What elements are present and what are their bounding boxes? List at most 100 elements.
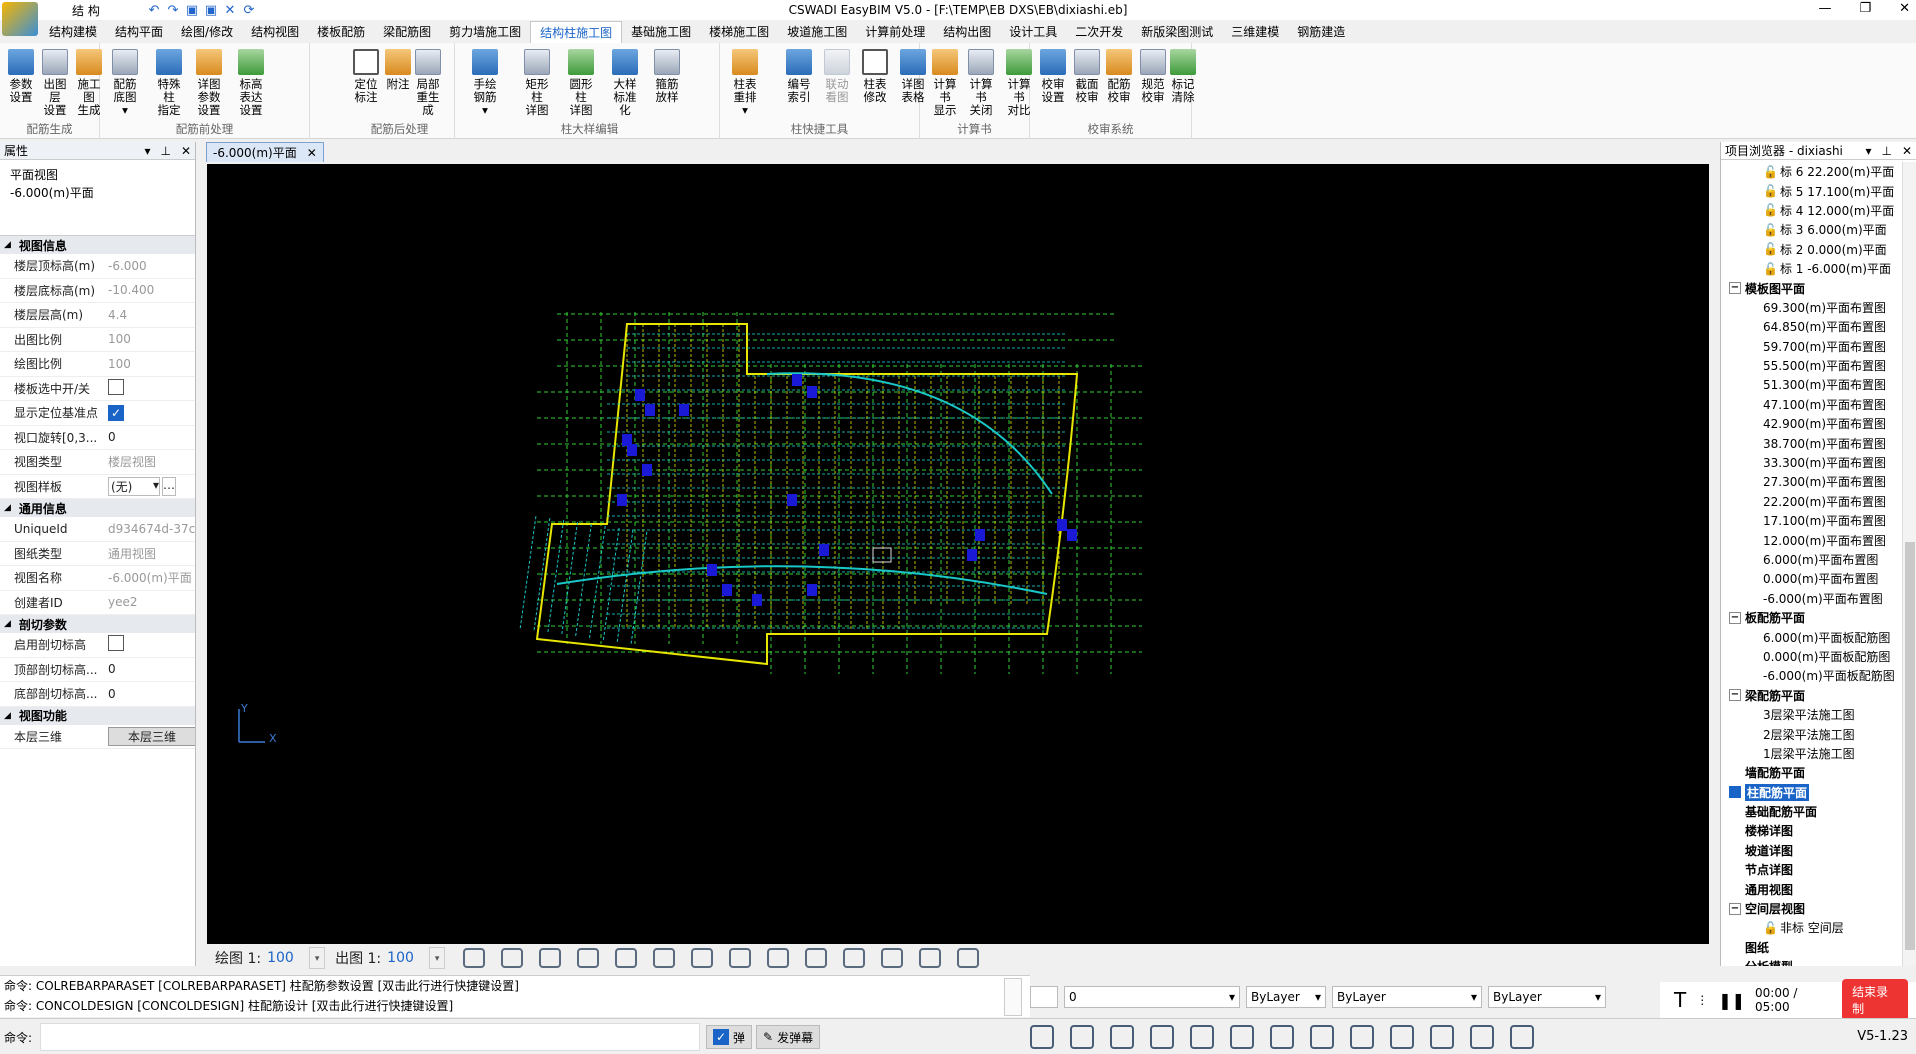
zoom-extents-icon[interactable] <box>691 948 714 968</box>
pause-icon[interactable]: ❚❚ <box>1718 991 1745 1010</box>
tab-9[interactable]: 楼梯施工图 <box>700 21 778 43</box>
property-value[interactable]: 通用视图 <box>104 545 195 562</box>
expand-toggle-icon[interactable]: − <box>1729 689 1741 702</box>
edit-icon[interactable] <box>1350 1025 1374 1049</box>
ribbon-button-4-1[interactable]: 编号 索引 <box>782 49 816 104</box>
browser-pin-icon[interactable]: ⊥ <box>1881 144 1891 158</box>
grid-icon[interactable] <box>501 948 524 968</box>
linetype-combo[interactable]: ByLayer ▾ <box>1332 986 1482 1008</box>
tab-10[interactable]: 坡道施工图 <box>778 21 856 43</box>
collapse-icon[interactable]: ◢ <box>4 503 11 513</box>
tree-node[interactable]: -6.000(m)平面板配筋图 <box>1721 666 1901 685</box>
panel-menu-icon[interactable]: ▾ <box>144 144 150 158</box>
browser-close-icon[interactable]: ✕ <box>1902 144 1912 158</box>
tree-node[interactable]: 🔓 标 6 22.200(m)平面 <box>1721 162 1901 181</box>
property-value[interactable]: -6.000(m)平面 <box>104 569 195 586</box>
tree-node[interactable]: 1层梁平法施工图 <box>1721 744 1901 763</box>
ribbon-button-2-0[interactable]: 定位 标注 <box>349 49 383 104</box>
expand-toggle-icon[interactable] <box>1729 766 1741 779</box>
tree-node[interactable]: 42.900(m)平面布置图 <box>1721 414 1901 433</box>
property-value[interactable]: 0 <box>104 430 195 444</box>
panel-icon[interactable] <box>1190 1025 1214 1049</box>
ribbon-button-2-2[interactable]: 局部 重生成 <box>411 49 445 117</box>
filter-icon[interactable] <box>881 948 904 968</box>
expand-toggle-icon[interactable] <box>1729 786 1741 799</box>
tree-node[interactable]: 12.000(m)平面布置图 <box>1721 530 1901 549</box>
tree-node[interactable]: 🔓 标 2 0.000(m)平面 <box>1721 240 1901 259</box>
tab-6[interactable]: 剪力墙施工图 <box>440 21 530 43</box>
ribbon-button-0-0[interactable]: 参数 设置 <box>4 49 38 104</box>
expand-toggle-icon[interactable] <box>1729 824 1741 837</box>
ribbon-button-3-4[interactable]: 箍筋 放样 <box>650 49 684 104</box>
expand-toggle-icon[interactable] <box>1729 844 1741 857</box>
property-value[interactable]: -6.000 <box>104 259 195 273</box>
refresh-icon[interactable]: ⟳ <box>242 3 256 18</box>
browser-menu-icon[interactable]: ▾ <box>1865 144 1871 158</box>
command-scrollbar[interactable] <box>1004 978 1022 1016</box>
view-template-combo[interactable]: (无) ▾ <box>108 476 160 496</box>
tree-node[interactable]: 图纸 <box>1721 938 1901 957</box>
collapse-icon[interactable]: ◢ <box>4 240 11 250</box>
dimension-icon[interactable] <box>1270 1025 1294 1049</box>
tree-node[interactable]: 🔓 非标 空间层 <box>1721 918 1901 937</box>
expand-toggle-icon[interactable]: − <box>1729 902 1741 915</box>
rotate-icon[interactable] <box>1150 1025 1174 1049</box>
property-value[interactable]: 本层三维 <box>104 726 195 746</box>
tree-node[interactable]: 坡道详图 <box>1721 841 1901 860</box>
ellipsis-button[interactable]: … <box>162 476 176 496</box>
draw-scale-dropdown[interactable]: ▾ <box>309 947 326 969</box>
tree-node[interactable]: 38.700(m)平面布置图 <box>1721 433 1901 452</box>
close-window-icon[interactable]: ✕ <box>1899 1 1910 16</box>
expand-toggle-icon[interactable]: − <box>1729 611 1741 624</box>
section-box-icon[interactable] <box>653 948 676 968</box>
sync-icon[interactable] <box>1390 1025 1414 1049</box>
ribbon-button-6-3[interactable]: 规范 校审 <box>1136 49 1170 104</box>
workspace-dropdown[interactable]: 结 构 <box>72 2 142 19</box>
checkbox-icon[interactable] <box>108 635 124 652</box>
save-icon[interactable]: ▣ <box>185 3 199 18</box>
tree-node[interactable]: 墙配筋平面 <box>1721 763 1901 782</box>
tab-3[interactable]: 结构视图 <box>242 21 308 43</box>
tree-node[interactable]: 3层梁平法施工图 <box>1721 705 1901 724</box>
color-combo[interactable]: ByLayer ▾ <box>1246 986 1326 1008</box>
ribbon-button-2-1[interactable]: 附注 <box>381 49 415 91</box>
expand-toggle-icon[interactable] <box>1729 960 1741 966</box>
tree-node[interactable]: 分析模型 <box>1721 957 1901 966</box>
ribbon-button-4-2[interactable]: 联动 看图 <box>820 49 854 104</box>
tree-node[interactable]: − 模板图平面 <box>1721 278 1901 297</box>
layer-manager-icon[interactable] <box>1030 986 1058 1008</box>
layer-icon[interactable] <box>805 948 828 968</box>
tab-2[interactable]: 绘图/修改 <box>172 21 242 43</box>
tab-8[interactable]: 基础施工图 <box>622 21 700 43</box>
app-logo[interactable] <box>2 2 38 36</box>
tree-node[interactable]: 🔓 标 1 -6.000(m)平面 <box>1721 259 1901 278</box>
tree-node[interactable]: 64.850(m)平面布置图 <box>1721 317 1901 336</box>
property-section[interactable]: ◢ 剖切参数 <box>0 615 195 633</box>
expand-toggle-icon[interactable]: − <box>1729 282 1741 295</box>
tree-node[interactable]: 27.300(m)平面布置图 <box>1721 472 1901 491</box>
tree-node[interactable]: − 板配筋平面 <box>1721 608 1901 627</box>
tree-node[interactable]: 0.000(m)平面板配筋图 <box>1721 647 1901 666</box>
collapse-icon[interactable]: ◢ <box>4 619 11 629</box>
export-icon[interactable] <box>1470 1025 1494 1049</box>
tree-node[interactable]: 2层梁平法施工图 <box>1721 724 1901 743</box>
settings-icon[interactable] <box>1030 1025 1054 1049</box>
checkbox-icon[interactable]: ✓ <box>108 404 124 421</box>
undo-icon[interactable]: ↶ <box>147 3 161 18</box>
dwg-export-icon[interactable] <box>767 948 790 968</box>
ribbon-button-6-2[interactable]: 配筋 校审 <box>1102 49 1136 104</box>
tree-node[interactable]: 🔓 标 3 6.000(m)平面 <box>1721 220 1901 239</box>
3d-view-icon[interactable] <box>843 948 866 968</box>
floor-3d-button[interactable]: 本层三维 <box>108 726 195 746</box>
tab-1[interactable]: 结构平面 <box>106 21 172 43</box>
tree-node[interactable]: 6.000(m)平面布置图 <box>1721 550 1901 569</box>
tree-node[interactable]: 6.000(m)平面板配筋图 <box>1721 627 1901 646</box>
tree-node[interactable]: -6.000(m)平面布置图 <box>1721 589 1901 608</box>
property-value[interactable]: 0 <box>104 687 195 701</box>
tree-node[interactable]: 0.000(m)平面布置图 <box>1721 569 1901 588</box>
close-doc-icon[interactable]: ✕ <box>223 3 237 18</box>
save-as-icon[interactable]: ▣ <box>204 3 218 18</box>
expand-toggle-icon[interactable] <box>1729 883 1741 896</box>
tag-icon[interactable] <box>1430 1025 1454 1049</box>
expand-toggle-icon[interactable] <box>1729 941 1741 954</box>
